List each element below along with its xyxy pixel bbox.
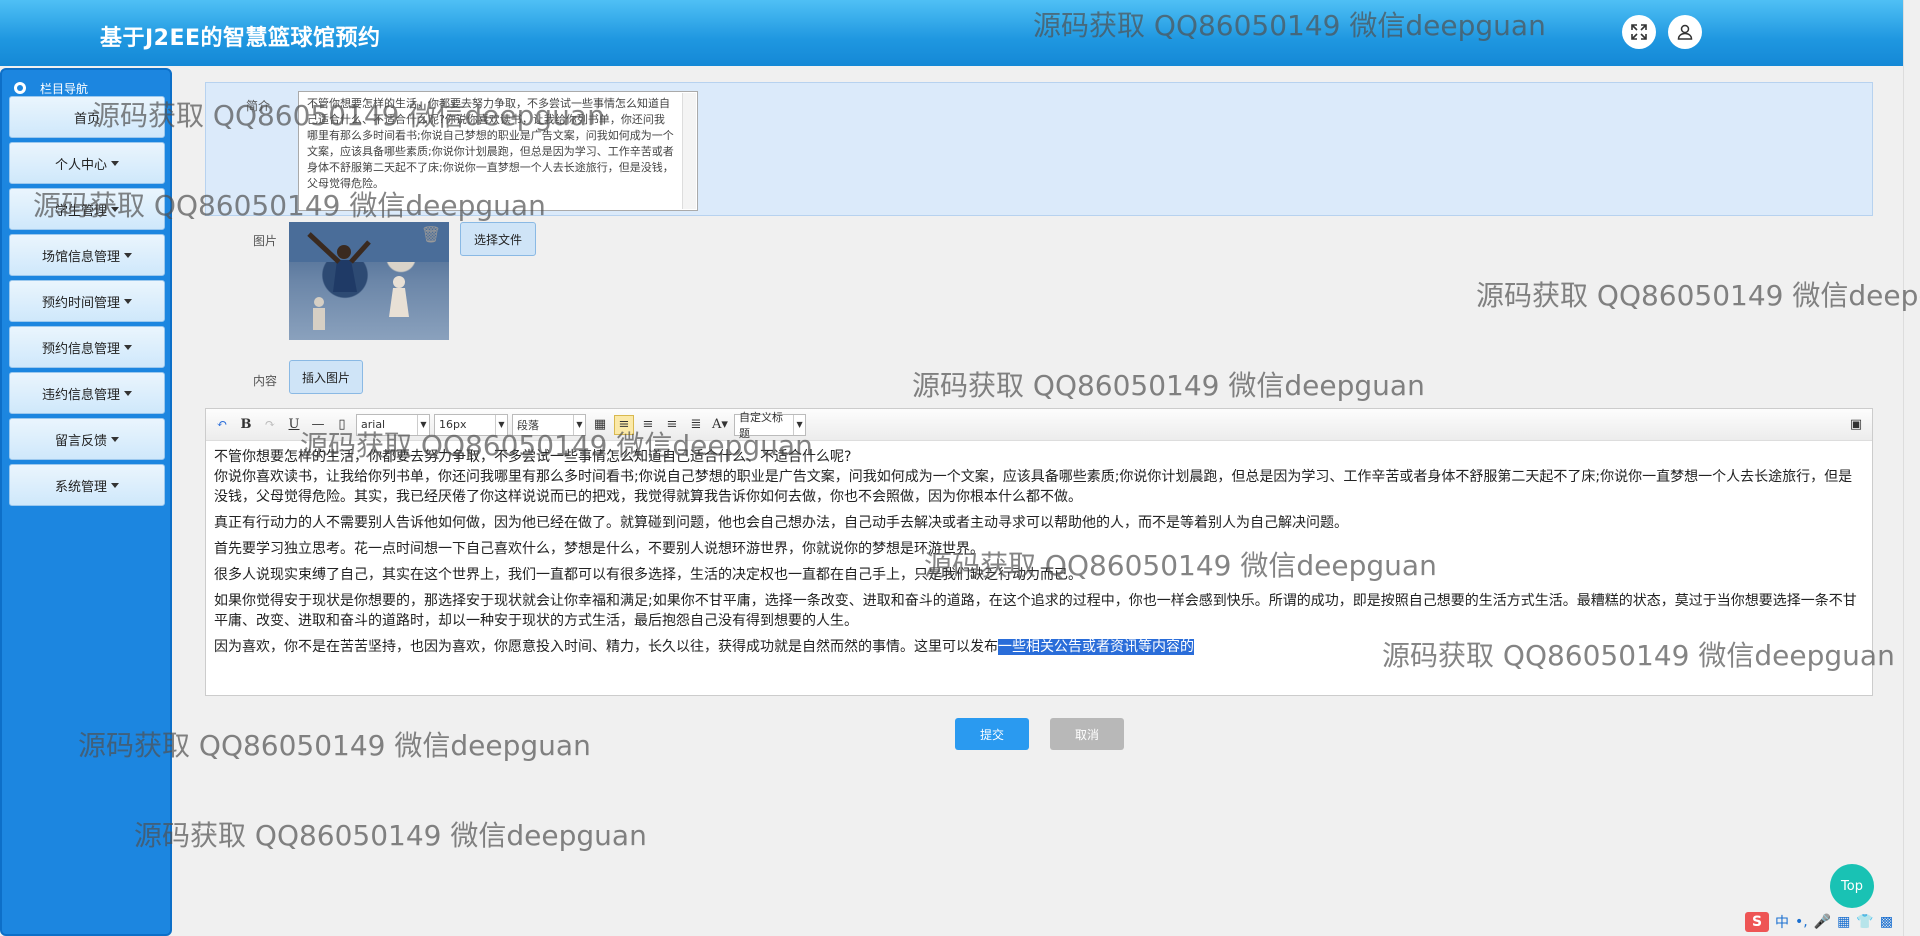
sidebar-item-label: 预约信息管理 xyxy=(41,341,120,357)
font-family-value: arial xyxy=(361,418,386,431)
sidebar-item-5[interactable]: 预约信息管理 xyxy=(9,326,165,368)
redo-icon[interactable]: ↷ xyxy=(260,415,280,435)
chevron-down-icon: ▼ xyxy=(417,414,429,435)
caret-down-icon xyxy=(124,252,132,258)
editor-paragraph: 如果你觉得安于现状是你想要的，那选择安于现状就会让你幸福和满足;如果你不甘平庸，… xyxy=(214,593,1857,629)
chevron-down-icon: ▼ xyxy=(573,414,585,435)
paragraph-value: 段落 xyxy=(517,418,539,432)
undo-icon[interactable]: ↶ xyxy=(212,415,232,435)
sidebar-item-label: 系统管理 xyxy=(54,479,107,495)
sidebar-item-0[interactable]: 首页 xyxy=(9,96,165,138)
paragraph-select[interactable]: 段落 ▼ xyxy=(512,413,586,436)
sidebar-item-label: 个人中心 xyxy=(54,157,107,173)
align-right-icon[interactable]: ≡ xyxy=(638,415,658,435)
sidebar-item-3[interactable]: 场馆信息管理 xyxy=(9,234,165,276)
custom-title-value: 自定义标题 xyxy=(739,410,783,440)
cancel-button[interactable]: 取消 xyxy=(1050,718,1124,750)
font-size-value: 16px xyxy=(439,418,467,431)
image-label: 图片 xyxy=(253,234,278,248)
app-header: 基于J2EE的智慧篮球馆预约 xyxy=(0,0,1920,66)
user-icon xyxy=(1677,24,1693,40)
back-to-top-button[interactable]: Top xyxy=(1830,864,1874,908)
horizontal-rule-icon[interactable]: — xyxy=(308,415,328,435)
caret-down-icon xyxy=(111,206,119,212)
editor-text: 因为喜欢，你不是在苦苦坚持，也因为喜欢，你愿意投入时间、精力，长久以往，获得成功… xyxy=(214,639,998,655)
fullscreen-button[interactable] xyxy=(1622,15,1656,49)
font-color-icon[interactable]: A▾ xyxy=(710,415,730,435)
chevron-down-icon: ▼ xyxy=(793,414,805,435)
rich-text-editor[interactable]: ↶ B ↷ U — ▯ arial ▼ 16px ▼ 段落 ▼ ▦ ≡ ≡ ≡ ≣ A… xyxy=(205,408,1873,696)
caret-down-icon xyxy=(124,344,132,350)
caret-down-icon xyxy=(111,160,119,166)
sidebar-item-6[interactable]: 违约信息管理 xyxy=(9,372,165,414)
sogou-logo-icon: S xyxy=(1745,912,1769,932)
toolbox-icon[interactable]: ▩ xyxy=(1880,914,1893,930)
submit-button[interactable]: 提交 xyxy=(955,718,1029,750)
skin-icon[interactable]: 👕 xyxy=(1856,914,1873,930)
choose-file-button[interactable]: 选择文件 xyxy=(460,222,536,256)
custom-title-select[interactable]: 自定义标题 ▼ xyxy=(734,411,806,440)
editor-paragraph: 你说你喜欢读书，让我给你列书单，你还问我哪里有那么多时间看书;你说自己梦想的职业… xyxy=(214,469,1853,505)
user-button[interactable] xyxy=(1668,15,1702,49)
editor-paragraph: 真正有行动力的人不需要别人告诉他如何做，因为他已经在做了。就算碰到问题，他也会自… xyxy=(214,515,1348,531)
sidebar-item-label: 首页 xyxy=(73,111,100,127)
sidebar-item-4[interactable]: 预约时间管理 xyxy=(9,280,165,322)
insert-image-button[interactable]: 插入图片 xyxy=(289,360,363,394)
ime-lang[interactable]: 中 xyxy=(1775,912,1789,932)
content-label: 内容 xyxy=(253,374,278,388)
punctuation-icon[interactable]: •, xyxy=(1795,914,1808,930)
watermark: 源码获取 QQ86050149 微信deepguan xyxy=(1476,279,1920,312)
app-title: 基于J2EE的智慧篮球馆预约 xyxy=(100,26,381,51)
fullscreen-editor-icon[interactable]: ▣ xyxy=(1846,415,1866,435)
page-scrollbar[interactable] xyxy=(1903,0,1920,936)
editor-paragraph: 不管你想要怎样的生活，你都要去努力争取，不多尝试一些事情怎么知道自己适合什么、不… xyxy=(214,449,852,465)
sidebar-item-1[interactable]: 个人中心 xyxy=(9,142,165,184)
sidebar-item-label: 学生管理 xyxy=(54,203,107,219)
sidebar-item-8[interactable]: 系统管理 xyxy=(9,464,165,506)
intro-row: 简介 不管你想要怎样的生活，你都要去努力争取，不多尝试一些事情怎么知道自己适合什… xyxy=(205,82,1873,216)
editor-paragraph: 很多人说现实束缚了自己，其实在这个世界上，我们一直都可以有很多选择，生活的决定权… xyxy=(214,567,1082,583)
intro-label: 简介 xyxy=(246,99,271,113)
watermark: 源码获取 QQ86050149 微信deepguan xyxy=(912,369,1425,402)
sidebar-item-label: 场馆信息管理 xyxy=(41,249,120,265)
sidebar-heading-label: 栏目导航 xyxy=(40,81,89,96)
sidebar-item-label: 留言反馈 xyxy=(54,433,107,449)
sidebar-item-label: 预约时间管理 xyxy=(41,295,120,311)
trash-icon[interactable]: 🗑 xyxy=(420,225,442,247)
align-justify-icon[interactable]: ≣ xyxy=(686,415,706,435)
font-size-select[interactable]: 16px ▼ xyxy=(434,413,508,436)
expand-icon xyxy=(1631,24,1647,40)
intro-textarea[interactable]: 不管你想要怎样的生活，你都要去努力争取，不多尝试一些事情怎么知道自己适合什么、不… xyxy=(298,91,698,211)
editor-paragraph: 首先要学习独立思考。花一点时间想一下自己喜欢什么，梦想是什么，不要别人说想环游世… xyxy=(214,541,984,557)
underline-icon[interactable]: U xyxy=(284,415,304,435)
sidebar-item-label: 违约信息管理 xyxy=(41,387,120,403)
nav-dot-icon xyxy=(14,82,26,94)
chevron-down-icon: ▼ xyxy=(495,414,507,435)
align-center-icon[interactable]: ≡ xyxy=(662,415,682,435)
editor-paragraph-last: 因为喜欢，你不是在苦苦坚持，也因为喜欢，你愿意投入时间、精力，长久以往，获得成功… xyxy=(214,637,1864,657)
font-family-select[interactable]: arial ▼ xyxy=(356,413,430,436)
watermark: 源码获取 QQ86050149 微信deepguan xyxy=(134,819,647,852)
editor-content[interactable]: 不管你想要怎样的生活，你都要去努力争取，不多尝试一些事情怎么知道自己适合什么、不… xyxy=(206,441,1872,669)
editor-toolbar: ↶ B ↷ U — ▯ arial ▼ 16px ▼ 段落 ▼ ▦ ≡ ≡ ≡ ≣ A… xyxy=(206,409,1872,441)
caret-down-icon xyxy=(124,390,132,396)
table-icon[interactable]: ▦ xyxy=(590,415,610,435)
sidebar-item-2[interactable]: 学生管理 xyxy=(9,188,165,230)
selected-text: 一些相关公告或者资讯等内容的 xyxy=(998,639,1194,655)
microphone-icon[interactable]: 🎤 xyxy=(1814,914,1831,930)
caret-down-icon xyxy=(111,436,119,442)
intro-textarea-value: 不管你想要怎样的生活，你都要去努力争取，不多尝试一些事情怎么知道自己适合什么、不… xyxy=(307,97,674,190)
intro-textarea-scrollbar[interactable] xyxy=(682,93,696,209)
document-icon[interactable]: ▯ xyxy=(332,415,352,435)
keyboard-icon[interactable]: ▦ xyxy=(1837,914,1850,930)
align-left-icon[interactable]: ≡ xyxy=(614,414,634,435)
ime-toolbar[interactable]: S 中 •, 🎤 ▦ 👕 ▩ xyxy=(1745,910,1905,934)
caret-down-icon xyxy=(111,482,119,488)
caret-down-icon xyxy=(124,298,132,304)
sidebar-item-7[interactable]: 留言反馈 xyxy=(9,418,165,460)
bold-icon[interactable]: B xyxy=(236,415,256,435)
